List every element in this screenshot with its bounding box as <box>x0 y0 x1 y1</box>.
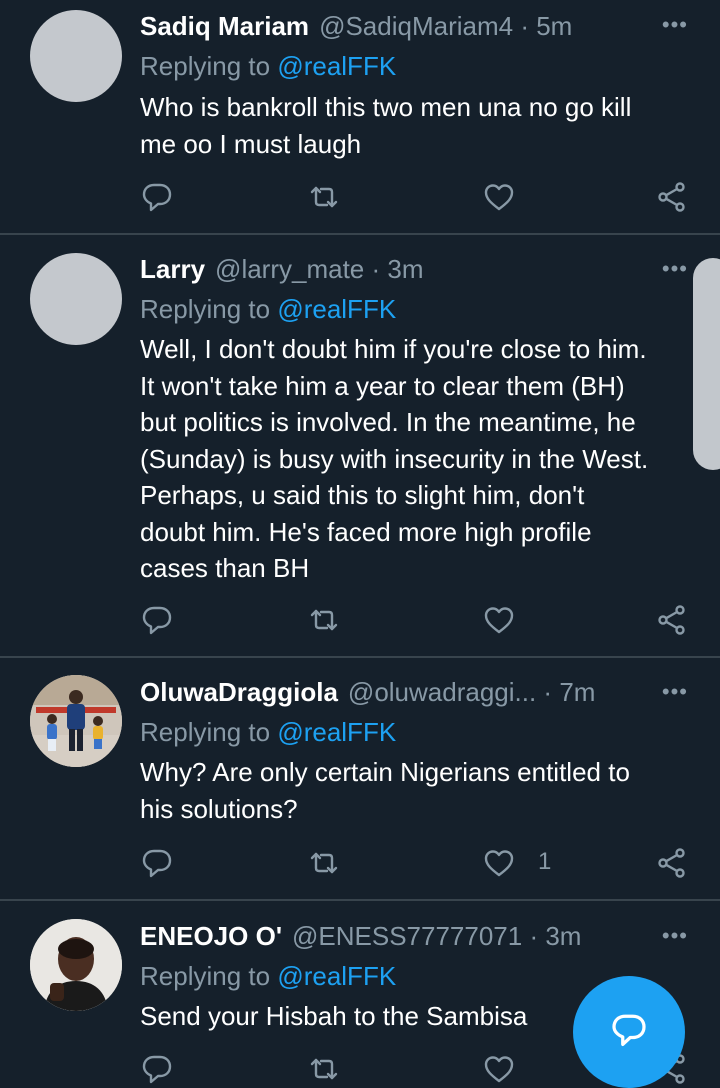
compose-reply-icon <box>609 1010 649 1055</box>
author-handle[interactable]: @larry_mate <box>215 254 364 285</box>
replying-to: Replying to @realFFK <box>140 294 397 324</box>
more-dots-icon[interactable]: ••• <box>662 679 688 705</box>
reply-bubble-icon[interactable] <box>141 1052 175 1086</box>
action-bar: 1 <box>0 846 720 880</box>
timestamp: 5m <box>536 10 573 41</box>
author-name[interactable]: Sadiq Mariam <box>140 11 309 42</box>
action-bar <box>0 180 720 214</box>
action-bar <box>0 603 720 637</box>
author-name[interactable]: ENEOJO O' <box>140 921 282 952</box>
replying-to: Replying to @realFFK <box>140 717 397 747</box>
author-handle[interactable]: @SadiqMariam4 <box>319 11 513 42</box>
author-name[interactable]: Larry <box>140 254 205 285</box>
more-dots-icon[interactable]: ••• <box>662 256 688 282</box>
tweet-text: Why? Are only certain Nigerians entitled… <box>140 757 630 824</box>
divider <box>0 899 720 901</box>
timestamp: 7m <box>559 676 596 707</box>
heart-icon[interactable] <box>483 603 517 637</box>
share-icon[interactable] <box>656 603 690 637</box>
more-dots-icon[interactable]: ••• <box>662 12 688 38</box>
like-count: 1 <box>538 848 552 875</box>
reply-bubble-icon[interactable] <box>141 603 175 637</box>
avatar-photo <box>30 919 122 1011</box>
compose-reply-button[interactable] <box>573 976 685 1088</box>
reply-bubble-icon[interactable] <box>141 846 175 880</box>
reply-handle-link[interactable]: @realFFK <box>277 294 396 324</box>
more-dots-icon[interactable]: ••• <box>662 923 688 949</box>
scrollbar-thumb[interactable] <box>693 258 720 470</box>
divider <box>0 233 720 235</box>
reply-handle-link[interactable]: @realFFK <box>277 961 396 991</box>
tweet-text: Who is bankroll this two men una no go k… <box>140 92 632 159</box>
divider <box>0 656 720 658</box>
heart-icon[interactable] <box>483 1052 517 1086</box>
avatar-photo <box>30 675 122 767</box>
avatar[interactable] <box>30 675 122 767</box>
share-icon[interactable] <box>656 846 690 880</box>
retweet-icon[interactable] <box>308 603 342 637</box>
author-name[interactable]: OluwaDraggiola <box>140 677 338 708</box>
heart-icon[interactable] <box>483 846 517 880</box>
avatar[interactable] <box>30 919 122 1011</box>
timestamp: 3m <box>545 920 582 951</box>
retweet-icon[interactable] <box>308 180 342 214</box>
timestamp: 3m <box>387 253 424 284</box>
retweet-icon[interactable] <box>308 846 342 880</box>
heart-icon[interactable] <box>483 180 517 214</box>
retweet-icon[interactable] <box>308 1052 342 1086</box>
reply-bubble-icon[interactable] <box>141 180 175 214</box>
reply-handle-link[interactable]: @realFFK <box>277 51 396 81</box>
tweet-text: Well, I don't doubt him if you're close … <box>140 334 649 583</box>
reply-handle-link[interactable]: @realFFK <box>277 717 396 747</box>
author-handle[interactable]: @oluwadraggi... <box>348 677 536 708</box>
share-icon[interactable] <box>656 180 690 214</box>
avatar[interactable] <box>30 10 122 102</box>
replying-to: Replying to @realFFK <box>140 51 397 81</box>
replying-to: Replying to @realFFK <box>140 961 397 991</box>
avatar[interactable] <box>30 253 122 345</box>
author-handle[interactable]: @ENESS77777071 <box>292 921 522 952</box>
